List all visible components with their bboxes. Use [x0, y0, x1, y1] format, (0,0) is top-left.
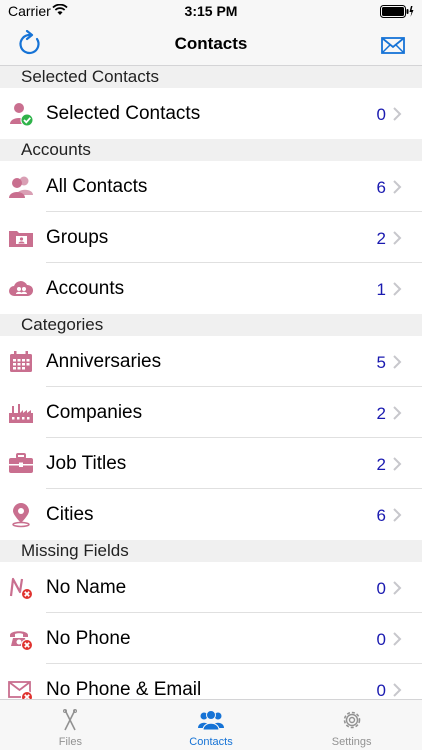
row-all-contacts[interactable]: All Contacts 6 — [0, 161, 422, 212]
chevron-right-icon — [393, 632, 402, 646]
row-count: 2 — [376, 404, 386, 423]
row-label: Selected Contacts — [46, 103, 201, 124]
status-bar: Carrier 3:15 PM — [0, 0, 422, 24]
tab-files[interactable]: Files — [0, 700, 141, 750]
row-label: Accounts — [46, 278, 125, 299]
row-count: 5 — [376, 353, 386, 372]
briefcase-icon — [9, 453, 33, 473]
row-selected-contacts[interactable]: Selected Contacts 0 — [0, 88, 422, 139]
chevron-right-icon — [393, 107, 402, 121]
row-no-phone[interactable]: No Phone 0 — [0, 613, 422, 664]
row-job-titles[interactable]: Job Titles 2 — [0, 438, 422, 489]
row-count: 6 — [376, 178, 386, 197]
section-header-categories: Categories — [0, 314, 422, 336]
row-count: 0 — [376, 579, 386, 598]
chevron-right-icon — [393, 231, 402, 245]
chevron-right-icon — [393, 355, 402, 369]
chevron-right-icon — [393, 457, 402, 471]
tab-label: Settings — [331, 736, 372, 748]
no-phone-email-icon — [8, 681, 33, 699]
battery-icon — [380, 5, 414, 18]
status-time: 3:15 PM — [184, 3, 238, 19]
navigation-bar: Contacts — [0, 24, 422, 66]
tab-contacts[interactable]: Contacts — [141, 700, 282, 750]
row-label: Cities — [46, 504, 94, 525]
tab-settings[interactable]: Settings — [281, 700, 422, 750]
section-header-accounts: Accounts — [0, 139, 422, 161]
contacts-list[interactable]: Selected Contacts Selected Contacts 0 Ac… — [0, 66, 422, 699]
factory-icon — [9, 404, 33, 423]
selected-contacts-icon — [10, 103, 34, 127]
row-cities[interactable]: Cities 6 — [0, 489, 422, 540]
chevron-right-icon — [393, 581, 402, 595]
row-companies[interactable]: Companies 2 — [0, 387, 422, 438]
chevron-right-icon — [393, 406, 402, 420]
chevron-right-icon — [393, 180, 402, 194]
row-no-phone-email[interactable]: No Phone & Email 0 — [0, 664, 422, 699]
row-count: 0 — [376, 630, 386, 649]
tab-label: Files — [58, 736, 82, 748]
all-contacts-icon — [9, 176, 33, 198]
location-pin-icon — [12, 503, 30, 528]
row-label: No Phone — [46, 628, 131, 649]
contacts-icon — [198, 710, 224, 731]
cloud-account-icon — [9, 281, 34, 296]
settings-gear-icon — [343, 711, 360, 729]
row-label: Companies — [46, 402, 143, 423]
chevron-right-icon — [393, 683, 402, 697]
page-title: Contacts — [174, 34, 248, 53]
row-label: All Contacts — [46, 176, 148, 197]
row-accounts[interactable]: Accounts 1 — [0, 263, 422, 314]
section-header-selected-contacts: Selected Contacts — [0, 66, 422, 88]
section-header-missing-fields: Missing Fields — [0, 540, 422, 562]
no-phone-icon — [10, 631, 33, 651]
row-label: Job Titles — [46, 453, 127, 474]
chevron-right-icon — [393, 282, 402, 296]
mail-icon[interactable] — [380, 32, 406, 58]
row-count: 2 — [376, 229, 386, 248]
tab-bar: Files Contacts Settings — [0, 699, 422, 750]
row-groups[interactable]: Groups 2 — [0, 212, 422, 263]
row-count: 1 — [376, 280, 386, 299]
files-icon — [63, 709, 78, 731]
no-name-icon — [9, 577, 33, 600]
chevron-right-icon — [393, 508, 402, 522]
row-label: No Name — [46, 577, 127, 598]
row-count: 6 — [376, 506, 386, 525]
row-label: Groups — [46, 227, 109, 248]
tab-label: Contacts — [189, 736, 233, 748]
row-label: Anniversaries — [46, 351, 162, 372]
row-count: 0 — [376, 681, 386, 699]
row-count: 2 — [376, 455, 386, 474]
groups-folder-icon — [9, 231, 33, 247]
calendar-icon — [10, 351, 32, 372]
row-count: 0 — [376, 105, 386, 124]
row-anniversaries[interactable]: Anniversaries 5 — [0, 336, 422, 387]
row-no-name[interactable]: No Name 0 — [0, 562, 422, 613]
row-label: No Phone & Email — [46, 679, 202, 699]
